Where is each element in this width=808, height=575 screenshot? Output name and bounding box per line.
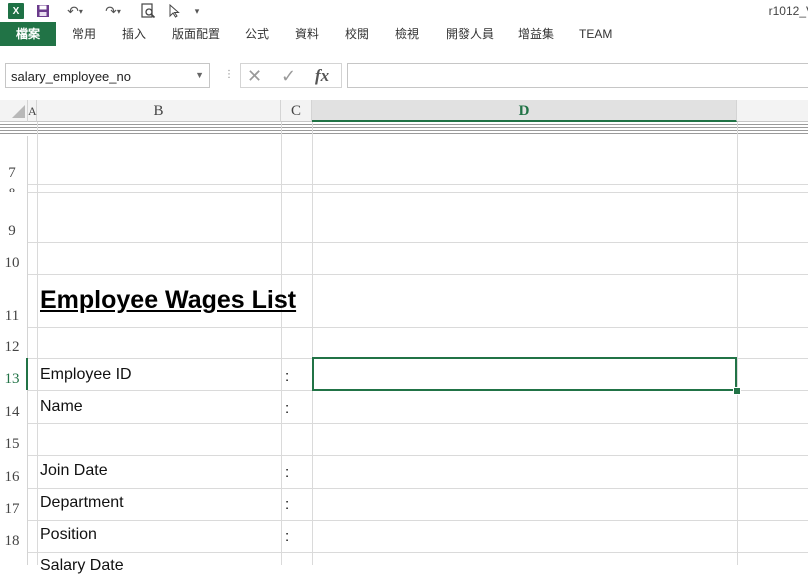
tab-data[interactable]: 資料 [295,22,319,46]
grid-line [28,242,808,243]
colon-separator[interactable]: : [285,464,289,481]
frozen-pane-divider [28,122,808,136]
sheet-title[interactable]: Employee Wages List [40,286,296,315]
cancel-icon[interactable]: ✕ [247,66,262,87]
column-header-e[interactable] [737,100,808,122]
fill-handle[interactable] [733,387,741,395]
formula-buttons: ✕ ✓ fx [240,63,342,88]
grid-line [28,184,808,185]
row-header-17[interactable]: 17 [0,488,28,520]
row-header-11[interactable]: 11 [0,274,28,327]
grid-line [28,455,808,456]
formula-bar: salary_employee_no ▼ ⋮ ✕ ✓ fx [0,58,808,94]
ribbon-tabs: 檔案 常用 插入 版面配置 公式 資料 校閱 檢視 開發人員 增益集 TEAM [0,22,808,48]
colon-separator[interactable]: : [285,368,289,385]
row-header-12[interactable]: 12 [0,327,28,358]
grid-line [312,122,313,565]
grid-line [37,122,38,565]
grid-line [28,327,808,328]
tab-team[interactable]: TEAM [579,22,612,46]
label-department[interactable]: Department [40,494,124,512]
grid-line [28,552,808,553]
row-header-8[interactable]: 8 [0,184,28,192]
document-title: r1012_V [768,4,808,18]
print-preview-icon[interactable] [140,3,156,19]
grid-line [28,488,808,489]
tab-page-layout[interactable]: 版面配置 [172,22,220,46]
grid-line [281,122,282,565]
column-header-c[interactable]: C [281,100,312,122]
row-header-7[interactable]: 7 [0,136,28,184]
column-header-a[interactable]: A [28,100,37,122]
active-cell-d13[interactable] [312,357,737,391]
tab-home[interactable]: 常用 [72,22,96,46]
redo-icon[interactable]: ↷ ▾ [102,3,124,19]
row-header-10[interactable]: 10 [0,242,28,274]
insert-function-icon[interactable]: fx [315,66,329,86]
column-header-b[interactable]: B [37,100,281,122]
colon-separator[interactable]: : [285,496,289,513]
row-header-18[interactable]: 18 [0,520,28,552]
row-header-13[interactable]: 13 [0,358,28,390]
grid-line [28,274,808,275]
row-header-9[interactable]: 9 [0,192,28,242]
tab-formulas[interactable]: 公式 [245,22,269,46]
tab-add-ins[interactable]: 增益集 [518,22,554,46]
formula-bar-grip-icon[interactable]: ⋮ [224,69,234,80]
colon-separator[interactable]: : [285,528,289,545]
tab-insert[interactable]: 插入 [122,22,146,46]
column-header-d[interactable]: D [312,100,737,122]
name-box-value: salary_employee_no [11,69,131,84]
quick-access-toolbar: X ↶▾ ↷▾ ▾ r1012_V [0,0,808,22]
undo-icon[interactable]: ↶ ▾ [64,3,86,19]
tab-developer[interactable]: 開發人員 [446,22,494,46]
grid-line [28,520,808,521]
select-pointer-icon[interactable] [168,3,182,19]
row-header-14[interactable]: 14 [0,390,28,423]
formula-input[interactable] [347,63,808,88]
grid-line [737,122,738,565]
grid-line [28,192,808,193]
select-all-button[interactable] [0,100,28,122]
enter-check-icon[interactable]: ✓ [281,66,296,87]
frozen-pane-divider-header [0,122,28,136]
save-icon[interactable] [36,3,50,19]
chevron-down-icon[interactable]: ▼ [195,70,204,80]
customize-qat-icon[interactable]: ▾ [192,3,202,19]
label-position[interactable]: Position [40,526,97,544]
label-employee-id[interactable]: Employee ID [40,366,132,384]
name-box[interactable]: salary_employee_no ▼ [5,63,210,88]
label-join-date[interactable]: Join Date [40,462,108,480]
row-header-16[interactable]: 16 [0,455,28,488]
label-salary-date[interactable]: Salary Date [40,557,124,575]
grid-line [28,423,808,424]
tab-file[interactable]: 檔案 [0,22,56,46]
label-name[interactable]: Name [40,398,83,416]
tab-review[interactable]: 校閱 [345,22,369,46]
colon-separator[interactable]: : [285,400,289,417]
row-header-15[interactable]: 15 [0,423,28,455]
row-header-19[interactable] [0,552,28,565]
tab-view[interactable]: 檢視 [395,22,419,46]
excel-logo-icon: X [8,3,24,19]
